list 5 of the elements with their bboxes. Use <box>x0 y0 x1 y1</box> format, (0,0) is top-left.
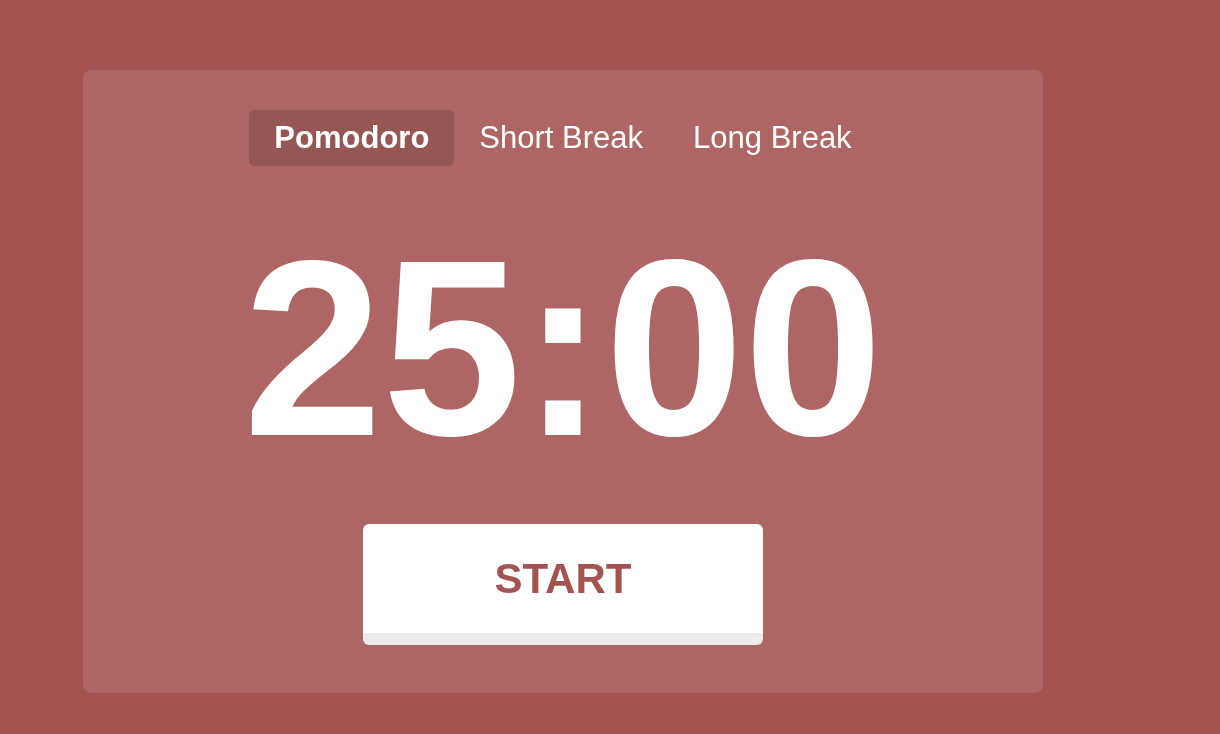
mode-tab[interactable]: Short Break <box>454 110 669 166</box>
timer-display: 25:00 <box>243 224 883 474</box>
mode-tab[interactable]: Pomodoro <box>249 110 455 166</box>
start-button[interactable]: START <box>363 524 763 645</box>
mode-tab[interactable]: Long Break <box>668 110 877 166</box>
